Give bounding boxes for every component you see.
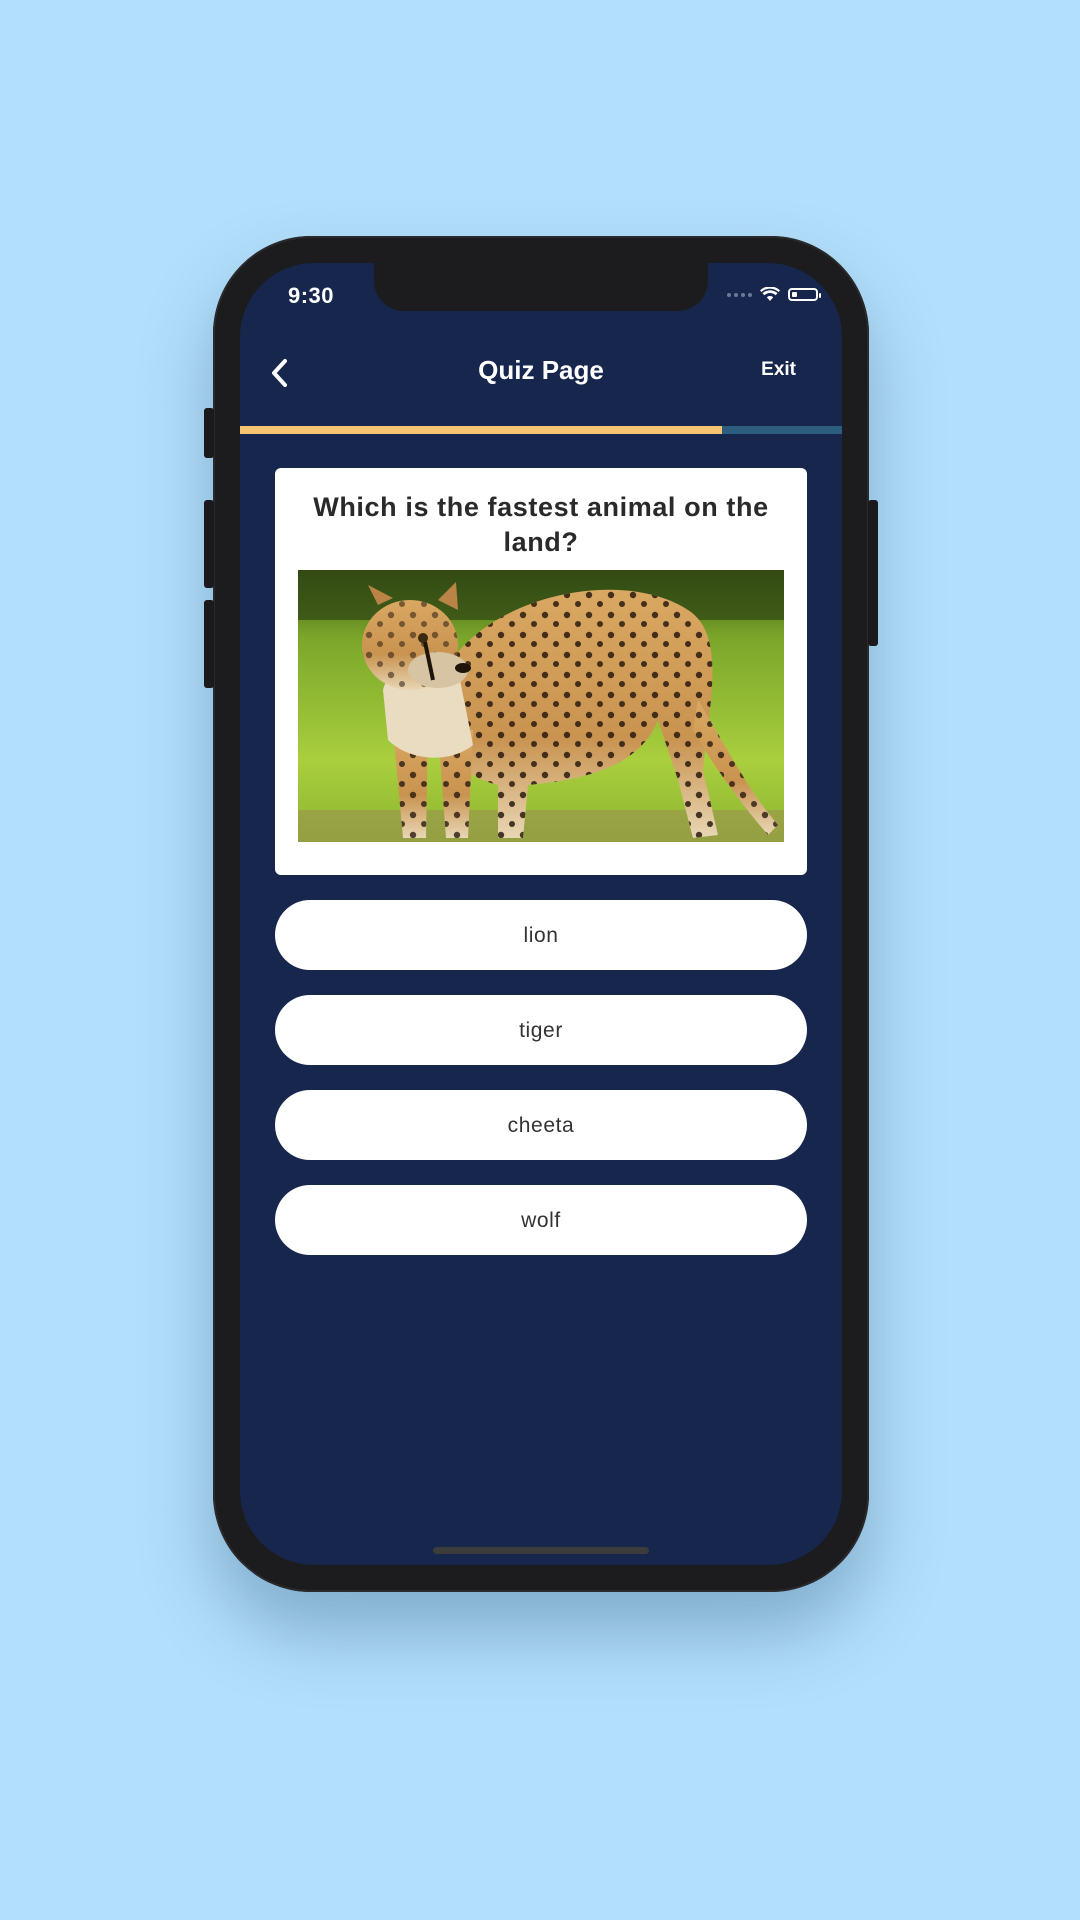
signal-dots-icon <box>727 292 752 297</box>
answer-option-lion[interactable]: lion <box>275 900 807 970</box>
silent-switch <box>204 408 214 458</box>
status-time: 9:30 <box>288 283 335 308</box>
answer-option-cheeta[interactable]: cheeta <box>275 1090 807 1160</box>
status-icons <box>727 287 821 302</box>
quiz-progress-bar <box>240 426 842 434</box>
power-button <box>868 500 878 646</box>
volume-up-button <box>204 500 214 588</box>
answer-option-tiger[interactable]: tiger <box>275 995 807 1065</box>
wifi-icon <box>760 287 780 301</box>
answer-list: lion tiger cheeta wolf <box>275 900 807 1280</box>
cheetah-image <box>298 570 784 842</box>
exit-button[interactable]: Exit <box>761 359 796 381</box>
answer-option-wolf[interactable]: wolf <box>275 1185 807 1255</box>
phone-screen: 9:30 Quiz Page Exit Which is the fastest… <box>240 263 842 1565</box>
cheetah-photo <box>298 570 784 842</box>
question-text: Which is the fastest animal on the land? <box>313 492 769 557</box>
app-bar: Quiz Page Exit <box>240 333 842 413</box>
question-card: Which is the fastest animal on the land? <box>275 468 807 875</box>
home-indicator[interactable] <box>433 1547 649 1554</box>
page-title: Quiz Page <box>478 355 604 385</box>
quiz-progress-fill <box>240 426 722 434</box>
phone-frame: 9:30 Quiz Page Exit Which is the fastest… <box>204 236 878 1592</box>
battery-icon <box>788 288 821 301</box>
notch <box>374 263 708 311</box>
volume-down-button <box>204 600 214 688</box>
